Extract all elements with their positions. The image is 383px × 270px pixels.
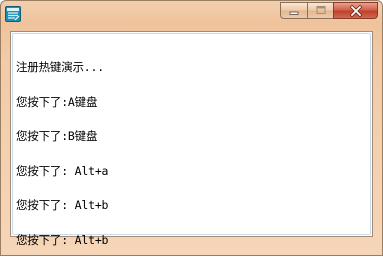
close-button[interactable] <box>333 2 378 19</box>
output-line: 您按下了: Alt+b <box>16 198 109 212</box>
output-line: 注册热键演示... <box>16 60 104 74</box>
app-window: 注册热键演示... 您按下了:A键盘 您按下了:B键盘 您按下了: Alt+a … <box>0 0 383 256</box>
output-line: 您按下了:A键盘 <box>16 94 98 109</box>
maximize-icon <box>316 6 325 14</box>
output-line: 您按下了: Alt+b <box>16 232 109 247</box>
title-bar[interactable] <box>1 1 382 30</box>
close-icon <box>349 4 362 17</box>
client-area: 注册热键演示... 您按下了:A键盘 您按下了:B键盘 您按下了: Alt+a … <box>10 31 373 245</box>
output-textbox[interactable]: 注册热键演示... 您按下了:A键盘 您按下了:B键盘 您按下了: Alt+a … <box>12 33 371 245</box>
maximize-button[interactable] <box>307 2 333 19</box>
minimize-button[interactable] <box>280 2 307 19</box>
minimize-icon <box>289 11 299 15</box>
output-line: 您按下了: Alt+a <box>16 163 109 178</box>
app-window-icon[interactable] <box>5 6 21 22</box>
output-line: 您按下了:B键盘 <box>16 129 98 143</box>
